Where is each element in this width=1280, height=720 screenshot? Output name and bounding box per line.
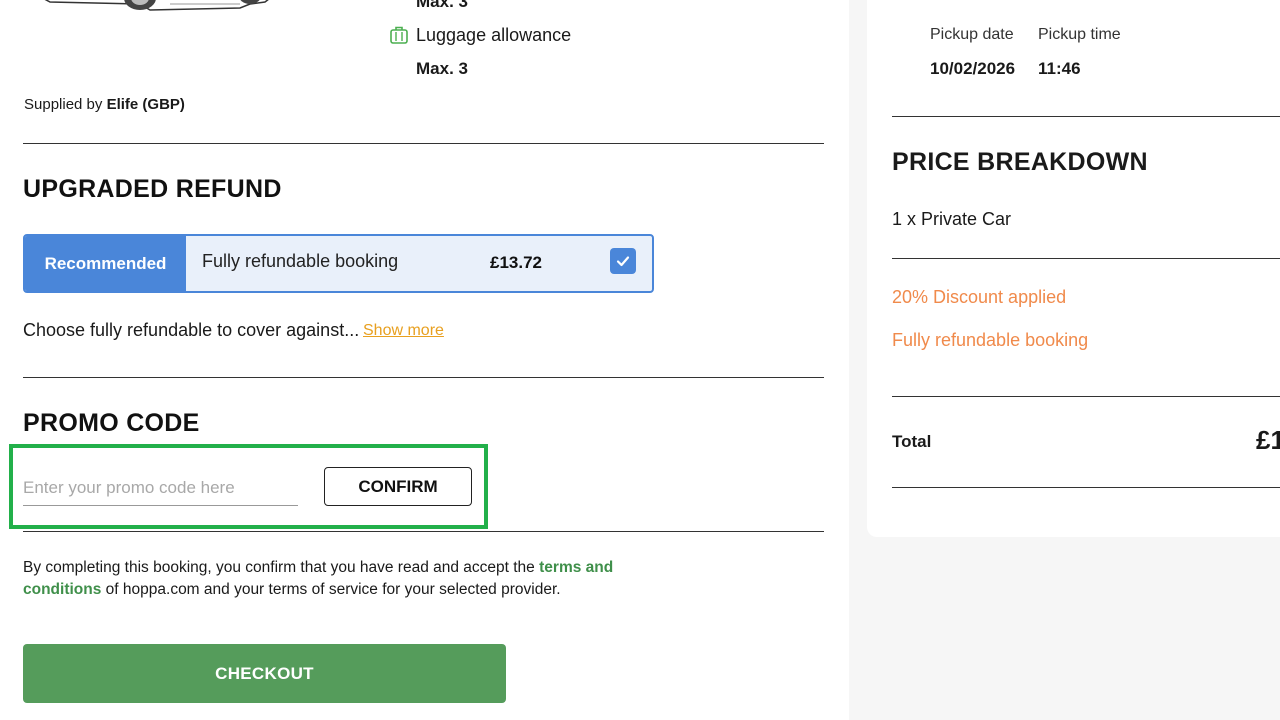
car-image xyxy=(44,0,269,11)
booking-summary-card xyxy=(867,0,1280,537)
divider xyxy=(892,258,1280,259)
refund-description: Choose fully refundable to cover against… xyxy=(23,320,360,340)
pickup-time-value: 11:46 xyxy=(1038,59,1081,78)
supplier-name: Elife (GBP) xyxy=(106,96,185,113)
terms-text-end: of hoppa.com and your terms of service f… xyxy=(105,581,561,598)
discount-line: 20% Discount applied xyxy=(892,287,1067,307)
divider xyxy=(23,531,824,532)
terms-link-part1[interactable]: terms and xyxy=(539,559,613,576)
promo-code-input[interactable] xyxy=(23,470,298,506)
refund-option-label: Fully refundable booking xyxy=(202,251,399,271)
passenger-capacity-value: Max. 3 xyxy=(416,0,468,11)
pickup-date-value: 10/02/2026 xyxy=(930,59,1016,78)
price-breakdown-heading: PRICE BREAKDOWN xyxy=(892,148,1148,176)
luggage-icon xyxy=(390,26,408,44)
promo-code-heading: PROMO CODE xyxy=(23,409,200,437)
upgraded-refund-heading: UPGRADED REFUND xyxy=(23,175,282,203)
pickup-time-label: Pickup time xyxy=(1038,26,1121,43)
terms-text: By completing this booking, you confirm … xyxy=(23,557,643,601)
total-value: £1 xyxy=(1256,425,1280,455)
price-item: 1 x Private Car xyxy=(892,209,1012,229)
total-label: Total xyxy=(892,432,932,451)
checkmark-icon xyxy=(616,256,630,267)
supplier-text: Supplied by Elife (GBP) xyxy=(24,96,185,113)
recommended-badge: Recommended xyxy=(25,236,186,291)
show-more-link[interactable]: Show more xyxy=(363,322,444,340)
terms-text-start: By completing this booking, you confirm … xyxy=(23,559,535,576)
refund-option-price: £13.72 xyxy=(490,253,542,272)
divider xyxy=(23,377,824,378)
pickup-date-label: Pickup date xyxy=(930,26,1014,43)
luggage-allowance-value: Max. 3 xyxy=(416,59,468,78)
divider xyxy=(892,487,1280,488)
checkout-button[interactable]: CHECKOUT xyxy=(23,644,506,703)
supplier-prefix: Supplied by xyxy=(24,96,103,113)
divider xyxy=(23,143,824,144)
refund-option-card[interactable]: Recommended Fully refundable booking £13… xyxy=(23,234,654,293)
refund-line: Fully refundable booking xyxy=(892,330,1089,350)
divider xyxy=(892,116,1280,117)
divider xyxy=(892,396,1280,397)
refund-checkbox[interactable] xyxy=(610,248,636,274)
terms-link-part2[interactable]: conditions xyxy=(23,581,101,598)
confirm-button[interactable]: CONFIRM xyxy=(324,467,472,506)
luggage-allowance-label: Luggage allowance xyxy=(416,25,572,45)
